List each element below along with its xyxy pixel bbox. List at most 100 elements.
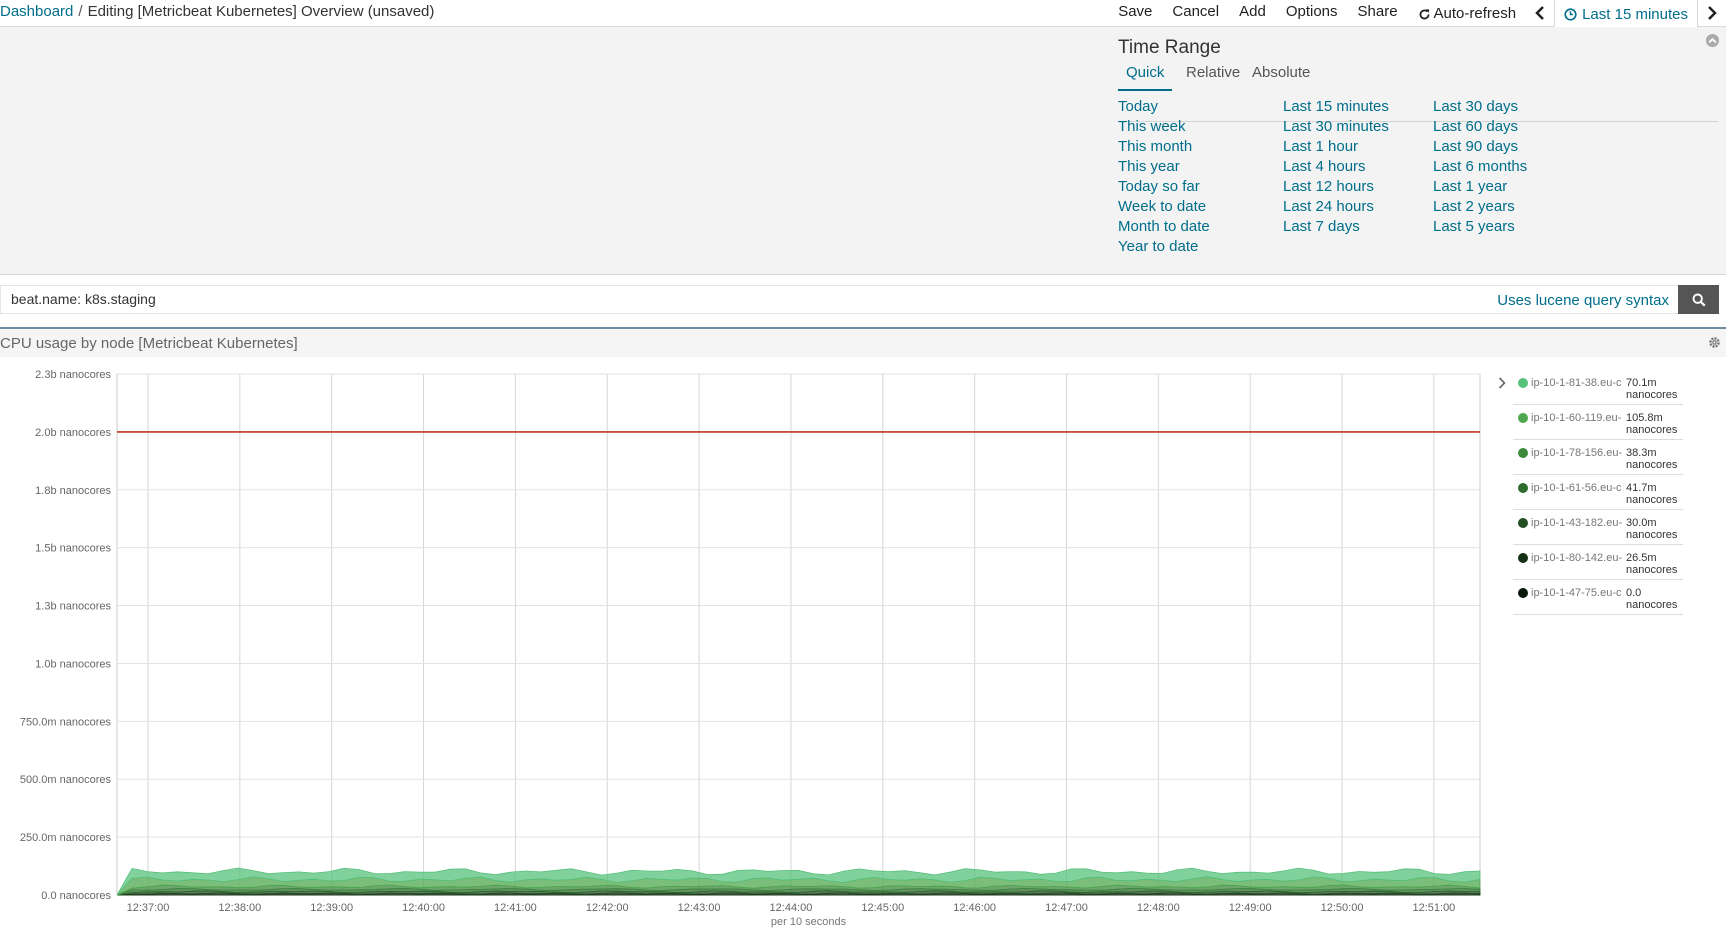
x-tick-label: 12:38:00 bbox=[218, 902, 261, 914]
y-tick-label: 250.0m nanocores bbox=[20, 832, 112, 844]
breadcrumb-dashboard-link[interactable]: Dashboard bbox=[0, 3, 73, 20]
auto-refresh-label: Auto-refresh bbox=[1433, 5, 1517, 22]
legend-color-dot bbox=[1518, 553, 1528, 563]
time-back-button[interactable] bbox=[1526, 0, 1554, 26]
legend-item[interactable]: ip-10-1-60-119.eu- 105.8m nanocores bbox=[1513, 405, 1683, 440]
quick-option[interactable]: Today so far bbox=[1118, 177, 1210, 197]
legend-series-name: ip-10-1-78-156.eu- bbox=[1531, 447, 1623, 459]
quick-option[interactable]: Last 7 days bbox=[1283, 217, 1389, 237]
legend-value: 105.8m bbox=[1626, 412, 1663, 424]
gear-icon bbox=[1709, 337, 1720, 348]
plot-area bbox=[116, 373, 1481, 896]
quick-option[interactable]: Year to date bbox=[1118, 237, 1210, 257]
x-tick-label: 12:51:00 bbox=[1412, 902, 1455, 914]
collapse-panel-button[interactable] bbox=[1705, 33, 1720, 53]
x-tick-label: 12:48:00 bbox=[1137, 902, 1180, 914]
quick-option[interactable]: Last 15 minutes bbox=[1283, 97, 1389, 117]
legend-unit: nanocores bbox=[1626, 599, 1678, 611]
y-tick-label: 1.3b nanocores bbox=[35, 601, 111, 613]
chevron-left-icon bbox=[1535, 6, 1544, 20]
x-tick-label: 12:40:00 bbox=[402, 902, 445, 914]
chevron-right-icon bbox=[1498, 377, 1506, 389]
auto-refresh-button[interactable]: Auto-refresh bbox=[1408, 0, 1527, 26]
legend-unit: nanocores bbox=[1626, 459, 1678, 471]
legend-unit: nanocores bbox=[1626, 389, 1678, 401]
quick-option[interactable]: Last 1 hour bbox=[1283, 137, 1389, 157]
save-button[interactable]: Save bbox=[1108, 0, 1162, 26]
add-button[interactable]: Add bbox=[1229, 0, 1276, 26]
cancel-button[interactable]: Cancel bbox=[1162, 0, 1229, 26]
legend-item[interactable]: ip-10-1-78-156.eu- 38.3m nanocores bbox=[1513, 440, 1683, 475]
quick-option[interactable]: Last 60 days bbox=[1433, 117, 1527, 137]
tab-relative[interactable]: Relative bbox=[1178, 64, 1248, 89]
legend-toggle-button[interactable] bbox=[1498, 376, 1506, 394]
x-tick-label: 12:42:00 bbox=[586, 902, 629, 914]
legend-unit: nanocores bbox=[1626, 529, 1678, 541]
quick-option[interactable]: Last 24 hours bbox=[1283, 197, 1389, 217]
legend-color-dot bbox=[1518, 378, 1528, 388]
quick-option[interactable]: Last 1 year bbox=[1433, 177, 1527, 197]
chart-legend: ip-10-1-81-38.eu-c 70.1m nanocores ip-10-1-… bbox=[1498, 370, 1683, 615]
legend-series-name: ip-10-1-47-75.eu-c bbox=[1531, 587, 1622, 599]
y-tick-label: 1.8b nanocores bbox=[35, 485, 111, 497]
x-tick-label: 12:50:00 bbox=[1321, 902, 1364, 914]
quick-option[interactable]: This week bbox=[1118, 117, 1210, 137]
legend-series-value: 70.1m nanocores bbox=[1626, 377, 1677, 401]
legend-item[interactable]: ip-10-1-80-142.eu- 26.5m nanocores bbox=[1513, 545, 1683, 580]
legend-color-dot bbox=[1518, 483, 1528, 493]
legend-value: 41.7m bbox=[1626, 482, 1657, 494]
quick-option[interactable]: Last 6 months bbox=[1433, 157, 1527, 177]
legend-series-value: 38.3m nanocores bbox=[1626, 447, 1677, 471]
y-tick-label: 2.3b nanocores bbox=[35, 369, 111, 381]
time-range-title: Time Range bbox=[1118, 37, 1221, 58]
quick-option[interactable]: This year bbox=[1118, 157, 1210, 177]
quick-option[interactable]: Month to date bbox=[1118, 217, 1210, 237]
quick-option[interactable]: Last 4 hours bbox=[1283, 157, 1389, 177]
quick-option[interactable]: Last 5 years bbox=[1433, 217, 1527, 237]
quick-option[interactable]: Last 2 years bbox=[1433, 197, 1527, 217]
legend-item[interactable]: ip-10-1-47-75.eu-c 0.0 nanocores bbox=[1513, 580, 1683, 615]
legend-unit: nanocores bbox=[1626, 564, 1678, 576]
quick-option[interactable]: Last 90 days bbox=[1433, 137, 1527, 157]
legend-series-name: ip-10-1-80-142.eu- bbox=[1531, 552, 1623, 564]
tab-absolute[interactable]: Absolute bbox=[1244, 64, 1318, 89]
legend-series-value: 30.0m nanocores bbox=[1626, 517, 1677, 541]
legend-series-name: ip-10-1-61-56.eu-c bbox=[1531, 482, 1622, 494]
quick-option[interactable]: Week to date bbox=[1118, 197, 1210, 217]
quick-option[interactable]: Last 30 minutes bbox=[1283, 117, 1389, 137]
options-button[interactable]: Options bbox=[1276, 0, 1348, 26]
chevron-up-circle-icon bbox=[1705, 33, 1720, 48]
time-picker-button[interactable]: Last 15 minutes bbox=[1554, 0, 1698, 27]
quick-column-2: Last 15 minutes Last 30 minutes Last 1 h… bbox=[1283, 97, 1389, 237]
time-picker-label: Last 15 minutes bbox=[1582, 6, 1688, 23]
time-range-panel: Time Range Quick Relative Absolute Today… bbox=[0, 27, 1726, 275]
legend-item[interactable]: ip-10-1-43-182.eu- 30.0m nanocores bbox=[1513, 510, 1683, 545]
search-button[interactable] bbox=[1678, 285, 1719, 314]
panel-options-button[interactable] bbox=[1708, 336, 1721, 354]
quick-option[interactable]: This month bbox=[1118, 137, 1210, 157]
legend-series-value: 26.5m nanocores bbox=[1626, 552, 1677, 576]
quick-option[interactable]: Today bbox=[1118, 97, 1210, 117]
y-tick-label: 1.0b nanocores bbox=[35, 658, 111, 670]
search-input[interactable]: beat.name: k8s.staging bbox=[11, 291, 156, 307]
legend-item[interactable]: ip-10-1-81-38.eu-c 70.1m nanocores bbox=[1513, 370, 1683, 405]
legend-item[interactable]: ip-10-1-61-56.eu-c 41.7m nanocores bbox=[1513, 475, 1683, 510]
x-tick-label: 12:39:00 bbox=[310, 902, 353, 914]
legend-series-value: 0.0 nanocores bbox=[1626, 587, 1677, 611]
quick-option[interactable]: Last 12 hours bbox=[1283, 177, 1389, 197]
page-title: Editing [Metricbeat Kubernetes] Overview… bbox=[87, 3, 435, 20]
quick-column-1: Today This week This month This year Tod… bbox=[1118, 97, 1210, 257]
share-button[interactable]: Share bbox=[1348, 0, 1408, 26]
legend-value: 38.3m bbox=[1626, 447, 1657, 459]
y-tick-label: 750.0m nanocores bbox=[20, 716, 112, 728]
lucene-syntax-link[interactable]: Uses lucene query syntax bbox=[1497, 292, 1669, 309]
legend-color-dot bbox=[1518, 588, 1528, 598]
x-tick-label: 12:46:00 bbox=[953, 902, 996, 914]
time-forward-button[interactable] bbox=[1698, 0, 1726, 26]
legend-series-name: ip-10-1-81-38.eu-c bbox=[1531, 377, 1622, 389]
quick-option[interactable]: Last 30 days bbox=[1433, 97, 1527, 117]
visualization-title: CPU usage by node [Metricbeat Kubernetes… bbox=[0, 335, 298, 352]
legend-unit: nanocores bbox=[1626, 494, 1678, 506]
x-tick-label: 12:47:00 bbox=[1045, 902, 1088, 914]
tab-quick[interactable]: Quick bbox=[1118, 64, 1173, 91]
